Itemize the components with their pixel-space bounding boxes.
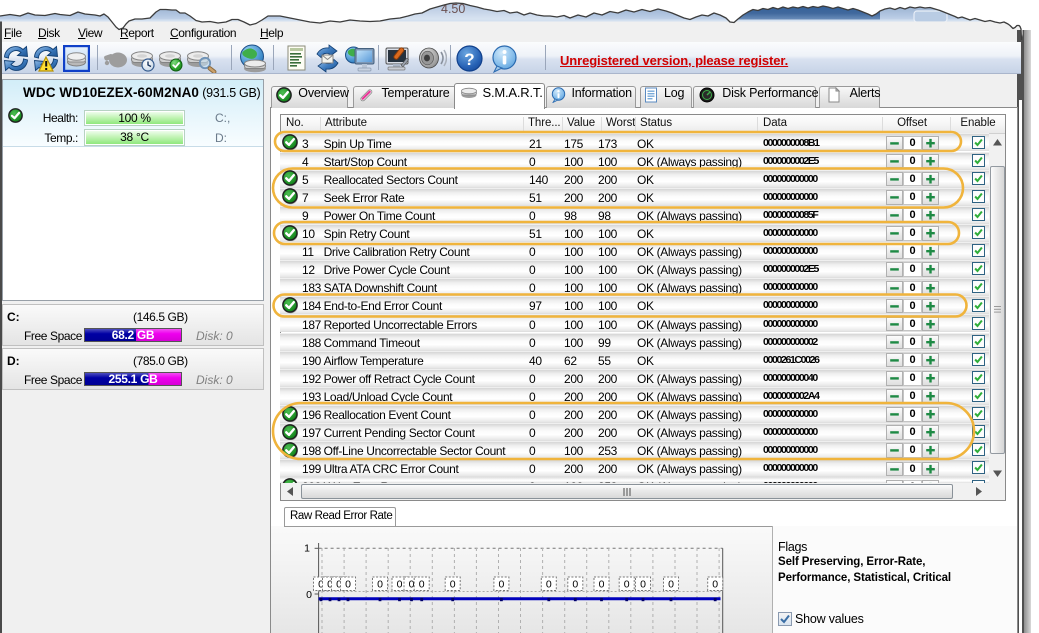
svg-text:0: 0 <box>599 579 605 591</box>
svg-text:0: 0 <box>306 589 312 601</box>
svg-text:0: 0 <box>640 579 646 591</box>
svg-text:0: 0 <box>572 579 578 591</box>
svg-text:0: 0 <box>624 579 630 591</box>
svg-text:0: 0 <box>409 579 415 591</box>
svg-text:0: 0 <box>419 579 425 591</box>
svg-text:0: 0 <box>397 579 403 591</box>
svg-text:0: 0 <box>450 579 456 591</box>
svg-text:0: 0 <box>498 579 504 591</box>
svg-text:0: 0 <box>546 579 552 591</box>
svg-text:0: 0 <box>668 579 674 591</box>
svg-text:1: 1 <box>304 543 310 555</box>
svg-text:0: 0 <box>712 579 718 591</box>
svg-text:0: 0 <box>345 579 351 591</box>
svg-text:0: 0 <box>377 579 383 591</box>
